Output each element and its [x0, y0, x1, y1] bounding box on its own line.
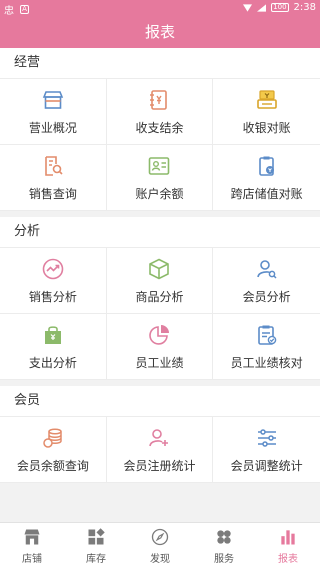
report-item-label: 跨店储值对账 — [230, 186, 303, 201]
sales-search-icon — [45, 155, 63, 176]
report-item-member-registration-stats[interactable]: 会员注册统计 — [106, 417, 214, 483]
report-menu: 经营 营业概况 收支结余 收银对账 销售查询 账户余额 跨店储值对账 分析 销售… — [0, 48, 320, 522]
report-item-label: 会员余额查询 — [16, 458, 89, 473]
report-item-staff-performance[interactable]: 员工业绩 — [106, 314, 214, 380]
clipboard-check-icon — [257, 325, 276, 345]
pie-chart-icon — [149, 324, 170, 345]
report-item-label: 员工业绩 — [135, 355, 184, 370]
tab-label: 发现 — [150, 553, 170, 565]
section-member: 会员 会员余额查询 会员注册统计 会员调整统计 — [0, 386, 320, 483]
report-item-business-overview[interactable]: 营业概况 — [0, 79, 107, 145]
coin-stack-icon — [43, 427, 62, 448]
compass-icon — [151, 528, 169, 545]
report-bars-icon — [281, 529, 295, 544]
signal-icon — [257, 3, 267, 12]
report-item-staff-performance-check[interactable]: 员工业绩核对 — [213, 314, 320, 380]
report-item-label: 销售查询 — [28, 186, 77, 201]
report-item-label: 账户余额 — [135, 186, 184, 201]
tab-label: 报表 — [278, 553, 298, 565]
tab-report[interactable]: 报表 — [256, 523, 320, 568]
status-app-glyph: 忠 — [4, 6, 14, 17]
store-icon — [42, 90, 64, 109]
section-title: 分析 — [14, 224, 41, 239]
report-item-sales-query[interactable]: 销售查询 — [0, 145, 107, 211]
service-icon — [217, 529, 231, 544]
sliders-icon — [257, 428, 276, 447]
trend-icon — [42, 258, 64, 279]
report-item-label: 会员分析 — [242, 289, 291, 304]
expense-bag-icon — [44, 325, 61, 344]
member-search-icon — [256, 259, 277, 279]
section-title: 会员 — [14, 393, 41, 408]
tab-discover[interactable]: 发现 — [128, 523, 192, 568]
wifi-icon — [243, 3, 253, 12]
status-time: 2:38 — [293, 2, 316, 13]
section-title: 经营 — [14, 55, 41, 70]
report-item-expense-analysis[interactable]: 支出分析 — [0, 314, 107, 380]
cube-icon — [149, 258, 170, 279]
page-title: 报表 — [0, 17, 320, 48]
report-item-member-analysis[interactable]: 会员分析 — [213, 248, 320, 314]
tab-label: 店铺 — [22, 553, 42, 565]
report-item-label: 支出分析 — [28, 355, 77, 370]
tab-service[interactable]: 服务 — [192, 523, 256, 568]
report-item-label: 会员调整统计 — [230, 458, 303, 473]
battery-icon: 100 — [271, 3, 289, 12]
report-item-label: 员工业绩核对 — [230, 355, 303, 370]
inventory-icon — [88, 527, 105, 544]
report-item-member-balance-query[interactable]: 会员余额查询 — [0, 417, 107, 483]
add-user-icon — [149, 428, 169, 446]
status-bar: 忠 A 100 2:38 — [0, 0, 320, 17]
report-item-label: 收银对账 — [242, 120, 291, 135]
report-item-sales-analysis[interactable]: 销售分析 — [0, 248, 107, 314]
shop-icon — [24, 529, 40, 544]
report-item-label: 收支结余 — [135, 120, 184, 135]
section-analysis: 分析 销售分析 商品分析 会员分析 支出分析 员工业绩 员工业绩核对 — [0, 217, 320, 380]
tab-label: 库存 — [86, 553, 106, 565]
report-item-cross-store-stored-value[interactable]: 跨店储值对账 — [213, 145, 320, 211]
section-business: 经营 营业概况 收支结余 收银对账 销售查询 账户余额 跨店储值对账 — [0, 48, 320, 211]
report-item-label: 会员注册统计 — [123, 458, 196, 473]
report-item-label: 销售分析 — [28, 289, 77, 304]
report-item-label: 营业概况 — [28, 120, 77, 135]
status-carrier-chip: A — [20, 5, 29, 14]
tab-label: 服务 — [214, 553, 234, 565]
report-item-product-analysis[interactable]: 商品分析 — [106, 248, 214, 314]
ledger-icon — [150, 89, 168, 110]
account-card-icon — [149, 156, 170, 175]
report-item-cashier-reconcile[interactable]: 收银对账 — [213, 79, 320, 145]
bottom-tab-bar: 店铺 库存 发现 服务 报表 — [0, 522, 320, 568]
report-item-member-adjustment-stats[interactable]: 会员调整统计 — [213, 417, 320, 483]
tab-inventory[interactable]: 库存 — [64, 523, 128, 568]
report-item-account-balance[interactable]: 账户余额 — [106, 145, 214, 211]
cash-register-icon — [256, 89, 277, 109]
report-item-label: 商品分析 — [135, 289, 184, 304]
report-item-income-balance[interactable]: 收支结余 — [106, 79, 214, 145]
stored-value-icon — [258, 156, 274, 176]
tab-shop[interactable]: 店铺 — [0, 523, 64, 568]
